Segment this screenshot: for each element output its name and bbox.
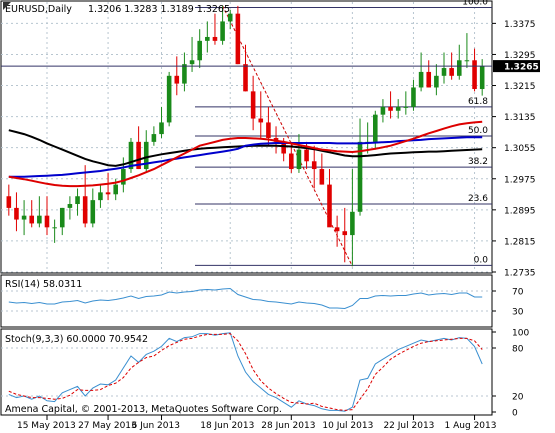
- ohlc-header: 1.3206 1.3283 1.3189 1.3265: [88, 4, 230, 15]
- candle-body: [52, 227, 57, 229]
- date-tick-label: 6 Jun 2013: [132, 421, 180, 431]
- date-tick-label: 1 Aug 2013: [445, 421, 497, 431]
- rsi-label: RSI(14) 58.0311: [5, 279, 82, 290]
- candle-body: [434, 75, 439, 88]
- fib-label: 100.0: [462, 0, 488, 7]
- price-tick-label: 1.3135: [504, 113, 536, 123]
- mt4-chart[interactable]: 100.0 61.8 50.0 38.2 23.6 0.0 EURUSD,Daily 1.…: [0, 0, 555, 433]
- candle-body: [174, 75, 180, 84]
- candle-body: [403, 106, 409, 108]
- candle-body: [464, 60, 470, 62]
- candle-body: [44, 215, 50, 228]
- candle-body: [37, 215, 42, 224]
- date-tick-label: 10 Jul 2013: [322, 421, 373, 431]
- stoch-tick-label: 20: [512, 393, 524, 403]
- price-tick-label: 1.3375: [504, 20, 536, 30]
- watermark: Amena Capital, © 2001-2013, MetaQuotes S…: [5, 404, 282, 415]
- candle-body: [143, 141, 149, 170]
- candle-body: [479, 66, 485, 90]
- candle-body: [98, 192, 103, 201]
- price-tick-label: 1.2735: [504, 269, 536, 279]
- candle-body: [418, 71, 424, 88]
- candle-body: [220, 21, 225, 41]
- fib-label: 61.8: [468, 97, 488, 107]
- candle-body: [189, 60, 195, 65]
- candle-body: [105, 192, 111, 195]
- symbol-header: EURUSD,Daily: [5, 4, 72, 15]
- candle-body: [411, 87, 416, 107]
- rsi-panel[interactable]: RSI(14) 58.0311: [0, 274, 493, 328]
- candle-body: [82, 196, 88, 224]
- candle-body: [197, 40, 202, 61]
- candle-body: [159, 122, 164, 135]
- fib-label: 38.2: [468, 157, 488, 167]
- candle-body: [121, 169, 126, 185]
- candle-body: [6, 196, 12, 208]
- rsi-tick-label: 70: [512, 288, 524, 298]
- stoch-tick-label: 80: [512, 345, 524, 355]
- fib-label: 50.0: [468, 126, 488, 136]
- price-tick-label: 1.2975: [504, 175, 536, 185]
- candle-body: [21, 215, 27, 220]
- fib-label: 23.6: [468, 194, 488, 204]
- candle-body: [327, 184, 332, 228]
- candle-body: [426, 71, 432, 88]
- candle-body: [311, 161, 317, 170]
- candle-body: [456, 60, 462, 76]
- candle-body: [250, 91, 256, 119]
- candle-body: [350, 211, 355, 236]
- candle-body: [59, 207, 65, 228]
- date-tick-label: 18 Jun 2013: [200, 421, 254, 431]
- candle-body: [441, 68, 447, 76]
- candle-body: [388, 106, 393, 111]
- candle-body: [212, 36, 218, 41]
- candle-body: [395, 106, 401, 111]
- candle-body: [258, 118, 264, 123]
- date-tick-label: 22 Jul 2013: [383, 421, 434, 431]
- candle-body: [235, 13, 241, 65]
- candle-body: [342, 231, 348, 236]
- candle-body: [319, 169, 325, 185]
- date-tick-label: 27 May 2013: [78, 421, 137, 431]
- candle-body: [380, 106, 386, 115]
- candle-body: [304, 149, 309, 162]
- rsi-tick-label: 30: [512, 308, 524, 318]
- candle-body: [334, 227, 340, 232]
- price-tick-label: 1.2895: [504, 206, 536, 216]
- candle-body: [243, 64, 248, 92]
- candle-body: [266, 122, 271, 138]
- stoch-tick-label: 100: [512, 329, 529, 339]
- candle-body: [67, 204, 73, 208]
- candle-body: [151, 134, 157, 142]
- price-tick-label: 1.3055: [504, 144, 536, 154]
- candle-body: [90, 200, 96, 224]
- price-tick-label: 1.2815: [504, 237, 536, 247]
- candle-body: [113, 184, 118, 195]
- candle-body: [75, 196, 80, 205]
- candle-body: [472, 60, 477, 90]
- candle-body: [182, 64, 187, 84]
- fib-label: 0.0: [474, 255, 489, 265]
- candle-body: [373, 114, 378, 142]
- candle-body: [205, 36, 210, 41]
- candle-body: [29, 215, 35, 224]
- price-tick-label: 1.3215: [504, 82, 536, 92]
- candle-body: [449, 68, 454, 76]
- stoch-panel[interactable]: Stoch(9,3,3) 60.0000 70.9542 Amena Capit…: [0, 328, 493, 416]
- main-price-panel[interactable]: 100.0 61.8 50.0 38.2 23.6 0.0 EURUSD,Daily 1.…: [0, 0, 493, 274]
- candle-body: [14, 207, 19, 220]
- candle-body: [166, 75, 172, 123]
- current-price-label: 1.3265: [504, 63, 539, 73]
- stoch-label: Stoch(9,3,3) 60.0000 70.9542: [5, 334, 148, 345]
- date-tick-label: 28 Jun 2013: [261, 421, 315, 431]
- stoch-tick-label: 0: [512, 409, 518, 419]
- date-tick-label: 15 May 2013: [17, 421, 76, 431]
- candle-body: [289, 153, 294, 170]
- price-tick-label: 1.3295: [504, 51, 536, 61]
- candle-body: [296, 149, 302, 170]
